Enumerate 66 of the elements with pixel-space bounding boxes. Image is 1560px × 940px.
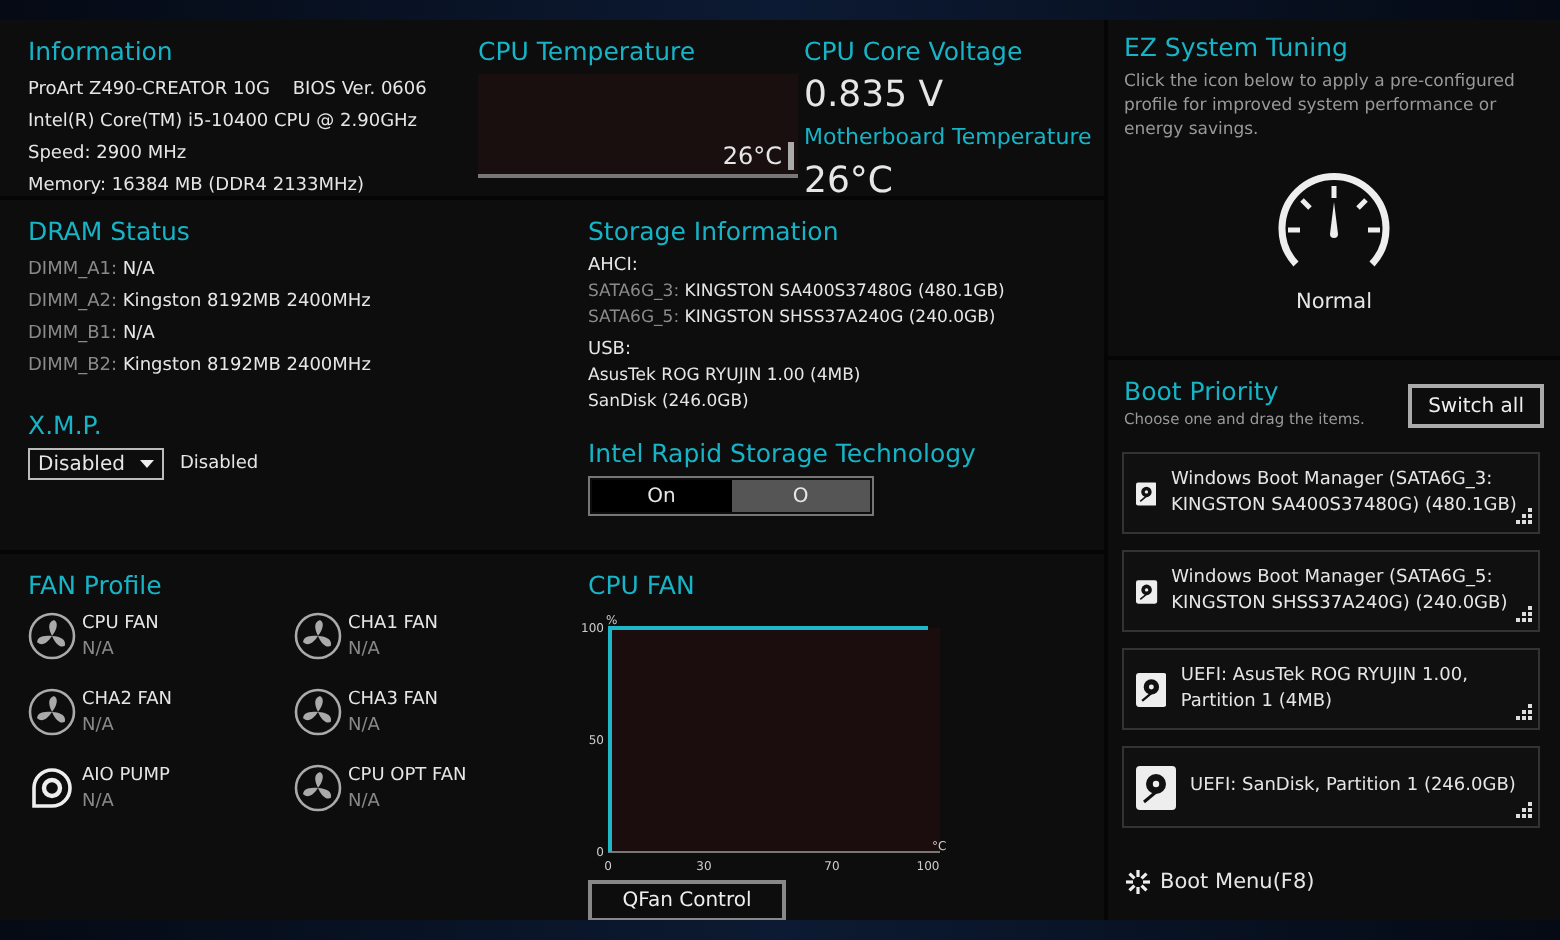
toggle-option[interactable]: On — [592, 480, 731, 512]
info-line: ProArt Z490-CREATOR 10G BIOS Ver. 0606 — [28, 78, 422, 104]
section-title: X.M.P. — [28, 410, 104, 442]
caret-icon — [140, 460, 154, 468]
drag-handle-icon — [1514, 604, 1532, 622]
pump-icon — [28, 764, 76, 812]
fan-icon — [294, 688, 342, 736]
drag-handle-icon — [1514, 702, 1532, 720]
temperature-reading: 26°C — [722, 142, 782, 170]
tuning-mode: Normal — [1296, 290, 1372, 314]
section-title: Information — [28, 36, 175, 68]
fan-name: CHA2 FAN — [82, 688, 173, 714]
fan-speed: N/A — [82, 790, 116, 816]
section-title: DRAM Status — [28, 216, 192, 248]
section-title: CPU FAN — [588, 570, 697, 602]
storage-device: SanDisk (246.0GB) — [588, 390, 751, 416]
boot-menu-button[interactable]: Boot Menu(F8) — [1124, 868, 1544, 896]
drag-handle-icon — [1514, 506, 1532, 524]
storage-heading: AHCI: — [588, 254, 640, 280]
boot-device[interactable]: Windows Boot Manager (SATA6G_5: KINGSTON SHSS37A240G) (240.0GB) — [1122, 550, 1540, 632]
xmp-status: Disabled — [180, 452, 259, 478]
burst-icon — [1124, 868, 1152, 896]
dram-slot: DIMM_A2: Kingston 8192MB 2400MHz — [28, 286, 532, 318]
xmp-dropdown[interactable]: Disabled — [28, 448, 164, 480]
fan-name: CHA1 FAN — [348, 612, 439, 638]
boot-device[interactable]: Windows Boot Manager (SATA6G_3: KINGSTON SA400S37480G) (480.1GB) — [1122, 452, 1540, 534]
section-title: CPU Temperature — [478, 36, 698, 68]
boot-device[interactable]: UEFI: AsusTek ROG RYUJIN 1.00, Partition 1 (4MB) — [1122, 648, 1540, 730]
fan-speed: N/A — [82, 714, 116, 740]
dram-slot: DIMM_B1: N/A — [28, 318, 532, 350]
drag-handle-icon — [1514, 800, 1532, 818]
storage-device: SATA6G_3: KINGSTON SA400S37480G (480.1GB) — [588, 280, 1007, 306]
dram-slot: DIMM_B2: Kingston 8192MB 2400MHz — [28, 350, 532, 382]
speedometer-icon[interactable] — [1276, 170, 1392, 270]
info-line: Speed: 2900 MHz — [28, 142, 189, 168]
section-title: Intel Rapid Storage Technology — [588, 438, 978, 470]
fan-speed: N/A — [348, 638, 382, 664]
storage-device: AsusTek ROG RYUJIN 1.00 (4MB) — [588, 364, 863, 390]
fan-icon — [28, 688, 76, 736]
section-title: EZ System Tuning — [1124, 32, 1350, 64]
storage-device: SATA6G_5: KINGSTON SHSS37A240G (240.0GB) — [588, 306, 998, 332]
tuning-description: Click the icon below to apply a pre-configured profile for improved system performance or energy savings. — [1124, 70, 1517, 142]
section-title: Boot Priority — [1124, 376, 1281, 408]
info-line: Intel(R) Core(TM) i5-10400 CPU @ 2.90GHz — [28, 110, 420, 136]
section-title: Storage Information — [588, 216, 841, 248]
fan-speed: N/A — [348, 714, 382, 740]
section-title: FAN Profile — [28, 570, 164, 602]
storage-heading: USB: — [588, 338, 634, 364]
section-title: CPU Core Voltage — [804, 36, 1025, 68]
fan-name: CPU OPT FAN — [348, 764, 467, 790]
fan-speed: N/A — [82, 638, 116, 664]
fan-name: CPU FAN — [82, 612, 159, 638]
temperature-value: 26°C — [804, 160, 895, 204]
dram-slot: DIMM_A1: N/A — [28, 254, 532, 286]
fan-icon — [28, 612, 76, 660]
voltage-value: 0.835 V — [804, 74, 946, 118]
fan-name: CHA3 FAN — [348, 688, 439, 714]
toggle-option[interactable]: O — [731, 480, 870, 512]
switch-all-button[interactable]: Switch all — [1408, 384, 1544, 428]
info-line: Memory: 16384 MB (DDR4 2133MHz) — [28, 174, 367, 200]
fan-icon — [294, 612, 342, 660]
section-title: Motherboard Temperature — [804, 122, 1094, 154]
fan-icon — [294, 764, 342, 812]
fan-speed: N/A — [348, 790, 382, 816]
boot-device[interactable]: UEFI: SanDisk, Partition 1 (246.0GB) — [1122, 746, 1540, 828]
fan-name: AIO PUMP — [82, 764, 170, 790]
